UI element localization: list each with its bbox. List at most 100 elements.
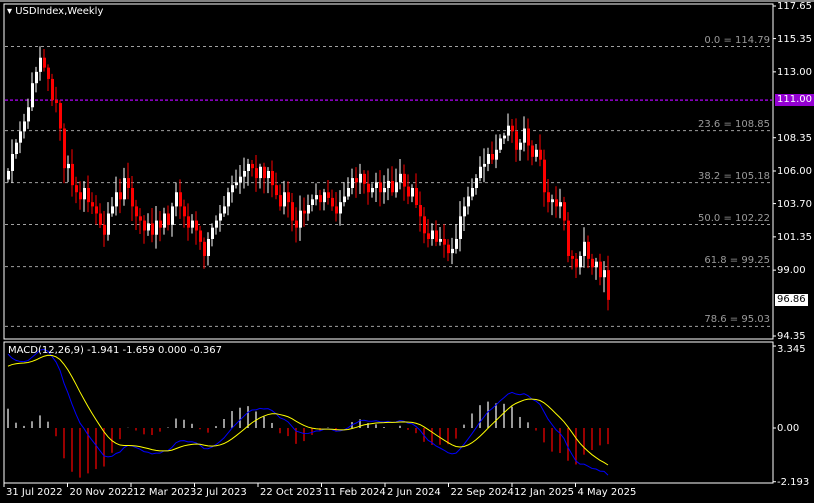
candle-body [59, 103, 62, 129]
fib-label: 61.8 = 99.25 [704, 254, 770, 266]
candle-body [39, 57, 42, 72]
candle-body [551, 199, 554, 203]
candle-body [531, 145, 534, 157]
candle-body [455, 238, 458, 249]
candle-body [343, 196, 346, 203]
time-axis-label: 12 Mar 2023 [133, 487, 197, 498]
candle-body [467, 196, 470, 207]
price-axis-label: 94.35 [777, 331, 806, 342]
candle-body [439, 238, 442, 242]
candle-body [335, 206, 338, 214]
candle-body [219, 213, 222, 221]
fib-label: 23.6 = 108.85 [698, 118, 770, 130]
candle-body [199, 230, 202, 242]
candle-body [227, 192, 230, 207]
candle-body [67, 163, 70, 169]
candle-body [207, 238, 210, 256]
candle-body [391, 180, 394, 193]
candle-body [211, 227, 214, 239]
candle-body [303, 210, 306, 214]
candle-body [295, 220, 298, 228]
time-axis-label: 2 Jul 2023 [196, 487, 247, 498]
candle-body [471, 187, 474, 197]
candle-body [403, 173, 406, 187]
candle-body [291, 202, 294, 221]
candle-body [395, 182, 398, 193]
fib-label: 78.6 = 95.03 [704, 314, 770, 326]
candle-body [499, 138, 502, 150]
candle-body [591, 258, 594, 268]
candle-body [451, 248, 454, 254]
candle-body [215, 220, 218, 228]
candle-body [515, 131, 518, 150]
candle-body [567, 220, 570, 256]
alert-price-tag: 111.00 [775, 94, 814, 107]
fib-label: 38.2 = 105.18 [698, 170, 770, 182]
chart-title[interactable]: ▾ USDIndex,Weekly [7, 6, 103, 17]
candle-body [43, 57, 46, 68]
candle-body [447, 244, 450, 254]
candle-body [475, 178, 478, 188]
candle-body [119, 192, 122, 200]
candle-body [51, 78, 54, 101]
candle-body [543, 159, 546, 193]
candle-body [151, 223, 154, 235]
candle-body [519, 142, 522, 150]
macd-axis-label: -2.193 [777, 476, 810, 488]
candle-body [443, 238, 446, 245]
candle-body [27, 107, 30, 122]
time-axis-label: 22 Oct 2023 [260, 487, 322, 498]
candle-body [511, 125, 514, 132]
candle-body [483, 163, 486, 167]
candle-body [359, 173, 362, 183]
candle-body [11, 154, 14, 171]
chart-canvas[interactable] [0, 0, 814, 503]
candle-body [15, 142, 18, 155]
candle-body [315, 195, 318, 200]
candle-body [31, 83, 34, 108]
price-axis-label: 113.00 [777, 66, 812, 78]
macd-pane-border [3, 341, 774, 484]
price-axis-label: 108.35 [777, 132, 812, 144]
candle-body [495, 149, 498, 160]
candle-body [431, 230, 434, 239]
candle-body [603, 270, 606, 278]
candle-body [239, 176, 242, 183]
candle-body [595, 261, 598, 268]
candle-body [383, 187, 386, 193]
price-axis-label: 99.00 [777, 265, 806, 277]
candle-body [347, 187, 350, 197]
candle-body [415, 187, 418, 205]
candle-body [99, 213, 102, 225]
candle-body [371, 187, 374, 193]
fib-label: 0.0 = 114.79 [704, 34, 770, 46]
candle-body [95, 206, 98, 214]
candle-body [599, 261, 602, 278]
candle-body [47, 67, 50, 79]
candle-body [143, 220, 146, 231]
time-axis-label: 2 Jun 2024 [387, 487, 441, 498]
candle-body [19, 131, 22, 143]
candle-body [327, 192, 330, 198]
candle-body [139, 216, 142, 221]
candle-body [435, 230, 438, 242]
macd-axis-label: 0.00 [777, 423, 800, 434]
candle-body [427, 233, 430, 239]
price-axis-label: 101.35 [777, 231, 812, 243]
candle-body [287, 192, 290, 203]
candle-body [463, 206, 466, 217]
candle-body [487, 154, 490, 164]
candle-body [339, 202, 342, 214]
candle-body [503, 135, 506, 139]
candle-body [363, 173, 366, 184]
candle-body [75, 185, 78, 193]
candle-body [103, 224, 106, 235]
macd-line [7, 348, 609, 476]
candle-body [243, 171, 246, 177]
price-axis-label: 115.35 [777, 33, 812, 45]
candle-body [355, 178, 358, 183]
candle-body [171, 206, 174, 225]
candle-body [123, 178, 126, 200]
candle-body [159, 220, 162, 228]
candle-body [407, 186, 410, 197]
